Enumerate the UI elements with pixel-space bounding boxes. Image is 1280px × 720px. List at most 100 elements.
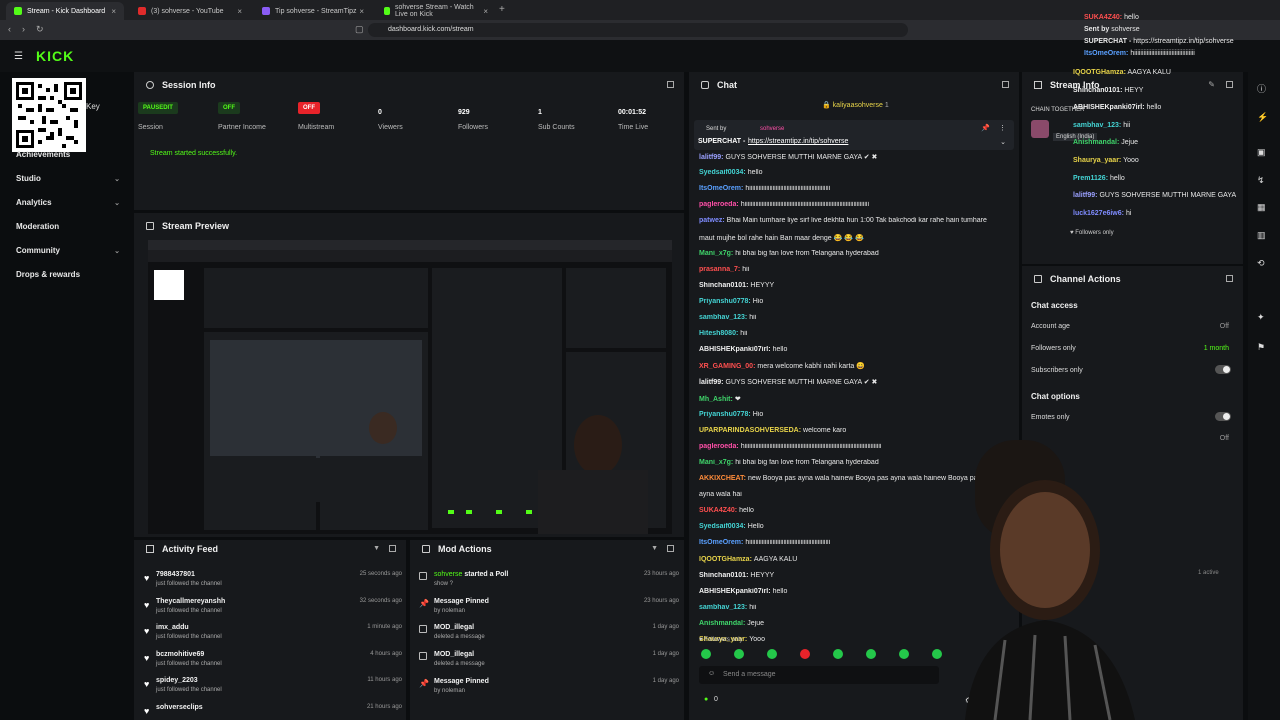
forward-icon[interactable]: ›	[22, 24, 25, 34]
chat-username[interactable]: sambhav_123:	[699, 604, 747, 611]
chat-username[interactable]: ItsOmeOrem:	[699, 185, 743, 192]
emote-icon[interactable]	[899, 649, 909, 659]
chat-message[interactable]: XR_GAMING_00: mera welcome kabhi nahi kar…	[699, 362, 1014, 370]
activity-user[interactable]: spidey_2203	[156, 677, 198, 684]
chat-username[interactable]: lalitf99:	[699, 154, 724, 161]
expand-icon[interactable]	[1002, 81, 1009, 88]
chart-icon[interactable]: ▥	[1257, 230, 1266, 241]
mod-user[interactable]: sohverse	[434, 571, 462, 578]
chat-username[interactable]: IQOOTGHamza:	[699, 556, 752, 563]
pin-icon[interactable]: 📌	[981, 124, 990, 132]
chat-username[interactable]: Mani_x7g:	[699, 459, 733, 466]
tool-icon[interactable]: ✦	[1257, 312, 1265, 323]
chat-message[interactable]: pagleroeda: hiiiiiiiiiiiiiiiiiiiiiiiiiiii…	[699, 201, 1014, 208]
close-tab-icon[interactable]: ×	[359, 7, 364, 16]
hamburger-menu-icon[interactable]: ☰	[14, 51, 23, 62]
emote-icon[interactable]	[866, 649, 876, 659]
chat-username[interactable]: lalitf99:	[699, 379, 724, 386]
emotes-only-toggle[interactable]	[1215, 412, 1231, 421]
mod-action-title[interactable]: MOD_illegal	[434, 651, 474, 658]
chat-message[interactable]: Mani_x7g: hi bhai big fan love from Telan…	[699, 250, 1014, 257]
browser-tab-2[interactable]: Tip sohverse - StreamTipz ×	[254, 2, 372, 20]
activity-user[interactable]: Theycallmereyanshh	[156, 598, 225, 605]
more-icon[interactable]: ⋮	[999, 124, 1006, 132]
chat-username[interactable]: AKKIXCHEAT:	[699, 475, 746, 482]
back-icon[interactable]: ‹	[8, 24, 11, 34]
chat-username[interactable]: Mh_Ashit:	[699, 396, 733, 403]
kick-logo[interactable]: KICK	[36, 48, 74, 64]
expand-icon[interactable]	[667, 81, 674, 88]
activity-user[interactable]: imx_addu	[156, 624, 189, 631]
grid-icon[interactable]: ▦	[1257, 202, 1266, 213]
bolt-icon[interactable]: ⚡	[1257, 112, 1268, 123]
chat-username[interactable]: Priyanshu0778:	[699, 411, 751, 418]
browser-tab-3[interactable]: sohverse Stream - Watch Live on Kick ×	[376, 2, 496, 20]
stream-preview-video[interactable]	[148, 240, 672, 534]
sidebar-item-studio[interactable]: Studio ⌄	[16, 174, 120, 183]
filter-icon[interactable]: ▼	[373, 545, 380, 552]
chat-username[interactable]: Mani_x7g:	[699, 250, 733, 257]
chat-username[interactable]: UPARPARINDASOHVERSEDA:	[699, 427, 801, 434]
history-icon[interactable]: ⟲	[1257, 258, 1265, 269]
chat-username[interactable]: Syedsaif0034:	[699, 169, 746, 176]
emote-icon[interactable]	[767, 649, 777, 659]
stream-key-label[interactable]: Key	[86, 102, 100, 111]
sidebar-item-achievements[interactable]: Achievements	[16, 150, 120, 159]
chat-username[interactable]: SUKA4Z40:	[699, 507, 737, 514]
expand-icon[interactable]	[667, 545, 674, 552]
mod-action-title[interactable]: MOD_illegal	[434, 624, 474, 631]
chat-username[interactable]: Anishmandal:	[699, 620, 745, 627]
activity-user[interactable]: 7988437801	[156, 571, 195, 578]
chat-message[interactable]: Priyanshu0778: Hio	[699, 298, 1014, 305]
chat-message[interactable]: Hitesh8080: hii	[699, 330, 1014, 337]
superchat-link[interactable]: https://streamtipz.in/tip/sohverse	[748, 138, 848, 145]
chat-username[interactable]: Hitesh8080:	[699, 330, 738, 337]
edit-icon[interactable]: ✎	[1208, 80, 1215, 89]
reload-icon[interactable]: ↻	[36, 24, 44, 35]
emote-icon[interactable]	[701, 649, 711, 659]
chat-username[interactable]: ABHISHEKpanki07irl:	[699, 346, 771, 353]
chat-message[interactable]: Shinchan0101: HEYYY	[699, 282, 1014, 289]
chat-username[interactable]: Shinchan0101:	[699, 572, 748, 579]
chat-message[interactable]: prasanna_7: hii	[699, 266, 1014, 273]
new-tab-icon[interactable]: +	[499, 4, 505, 15]
pinned-message[interactable]: Sent by sohverse SUPERCHAT - https://str…	[694, 120, 1014, 150]
bookmark-icon[interactable]: ▢	[355, 24, 364, 35]
chevron-down-icon[interactable]: ⌄	[1000, 138, 1006, 146]
expand-icon[interactable]	[1226, 275, 1233, 282]
chat-message[interactable]: lalitf99: GUYS SOHVERSE MUTTHI MARNE GAYA…	[699, 153, 1014, 161]
browser-tab-0[interactable]: Stream - Kick Dashboard ×	[6, 2, 124, 20]
flash-icon[interactable]: ↯	[1257, 175, 1265, 186]
emote-icon[interactable]	[734, 649, 744, 659]
multistream-badge[interactable]: OFF	[298, 102, 320, 114]
close-tab-icon[interactable]: ×	[237, 7, 242, 16]
filter-icon[interactable]: ▼	[651, 545, 658, 552]
chat-message[interactable]: patwez: Bhai Main tumhare liye sirf live …	[699, 217, 1014, 224]
chat-username[interactable]: prasanna_7:	[699, 266, 740, 273]
close-tab-icon[interactable]: ×	[483, 7, 488, 16]
emote-icon[interactable]	[800, 649, 810, 659]
sidebar-item-drops-rewards[interactable]: Drops & rewards	[16, 270, 120, 279]
activity-user[interactable]: sohverseclips	[156, 704, 203, 711]
subscribers-only-toggle[interactable]	[1215, 365, 1231, 374]
chat-username[interactable]: XR_GAMING_00:	[699, 363, 755, 370]
pinned-user-row[interactable]: 🔒 kaliyaasohverse 1	[822, 101, 889, 109]
url-field[interactable]: dashboard.kick.com/stream	[368, 23, 908, 37]
chat-message[interactable]: maut mujhe bol rahe hain Ban maar denge …	[699, 234, 1014, 242]
account-age-row[interactable]: Account age Off	[1031, 323, 1235, 330]
emoji-icon[interactable]: ☺	[708, 670, 715, 677]
chat-message[interactable]: sambhav_123: hii	[699, 314, 1014, 321]
followers-only-row[interactable]: Followers only 1 month	[1031, 345, 1235, 352]
emote-icon[interactable]	[833, 649, 843, 659]
sidebar-item-moderation[interactable]: Moderation	[16, 222, 120, 231]
sidebar-item-community[interactable]: Community ⌄	[16, 246, 120, 255]
chat-username[interactable]: Priyanshu0778:	[699, 298, 751, 305]
activity-user[interactable]: bczmohitive69	[156, 651, 204, 658]
chat-message[interactable]: Syedsaif0034: hello	[699, 169, 1014, 176]
chat-username[interactable]: ItsOmeOrem:	[699, 539, 743, 546]
sidebar-item-analytics[interactable]: Analytics ⌄	[16, 198, 120, 207]
chat-username[interactable]: ABHISHEKpanki07irl:	[699, 588, 771, 595]
chat-message[interactable]: ABHISHEKpanki07irl: hello	[699, 346, 1014, 353]
chat-username[interactable]: sambhav_123:	[699, 314, 747, 321]
send-message-input[interactable]: Send a message	[699, 666, 939, 684]
